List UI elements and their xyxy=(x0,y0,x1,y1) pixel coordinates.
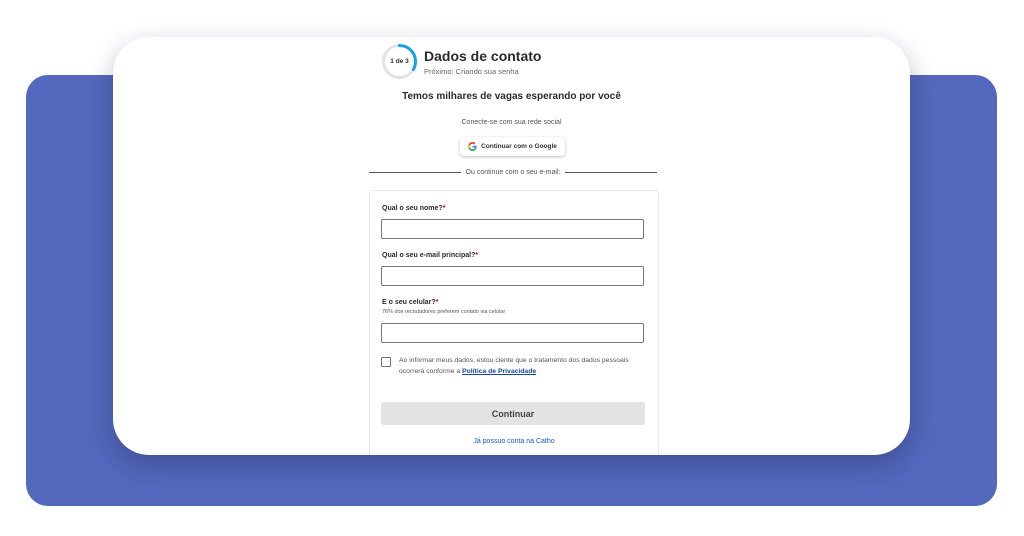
required-mark: * xyxy=(475,252,479,259)
continue-button[interactable]: Continuar xyxy=(381,402,645,425)
existing-account-link[interactable]: Já possuo conta na Catho xyxy=(370,438,658,445)
google-g-icon xyxy=(468,142,477,151)
name-input[interactable] xyxy=(381,219,644,239)
name-label: Qual o seu nome?* xyxy=(382,205,445,212)
phone-input[interactable] xyxy=(381,323,644,343)
google-button-label: Continuar com o Google xyxy=(481,143,557,150)
required-mark: * xyxy=(442,205,446,212)
name-label-text: Qual o seu nome? xyxy=(382,205,443,212)
phone-helper-text: 76% dos recrutadores preferem contato vi… xyxy=(382,309,506,315)
divider-line-left xyxy=(369,172,461,173)
email-label-text: Qual o seu e-mail principal? xyxy=(382,252,476,259)
step-title: Dados de contato xyxy=(424,48,542,64)
divider-line-right xyxy=(565,172,657,173)
google-continue-button[interactable]: Continuar com o Google xyxy=(460,137,565,156)
page-headline: Temos milhares de vagas esperando por vo… xyxy=(402,91,621,102)
phone-label: E o seu celular?* xyxy=(382,299,438,306)
contact-form: Qual o seu nome?* Qual o seu e-mail prin… xyxy=(369,190,659,455)
step-progress-ring: 1 de 3 xyxy=(381,43,418,80)
social-connect-label: Conecte-se com sua rede social xyxy=(461,119,562,126)
signup-card: 1 de 3 Dados de contato Próximo: Criando… xyxy=(113,37,910,455)
phone-label-text: E o seu celular? xyxy=(382,299,436,306)
signup-content: 1 de 3 Dados de contato Próximo: Criando… xyxy=(113,37,910,455)
email-label: Qual o seu e-mail principal?* xyxy=(382,252,478,259)
step-counter: 1 de 3 xyxy=(390,58,409,65)
privacy-consent-checkbox[interactable] xyxy=(381,357,391,367)
privacy-consent-text: Ao informar meus dados, estou ciente que… xyxy=(399,355,649,377)
divider-text: Ou continue com o seu e-mail: xyxy=(465,169,561,176)
required-mark: * xyxy=(435,299,439,306)
next-step-label: Próximo: Criando sua senha xyxy=(424,67,519,76)
privacy-policy-link[interactable]: Política de Privacidade xyxy=(462,368,536,375)
email-input[interactable] xyxy=(381,266,644,286)
email-divider: Ou continue com o seu e-mail: xyxy=(369,169,657,176)
